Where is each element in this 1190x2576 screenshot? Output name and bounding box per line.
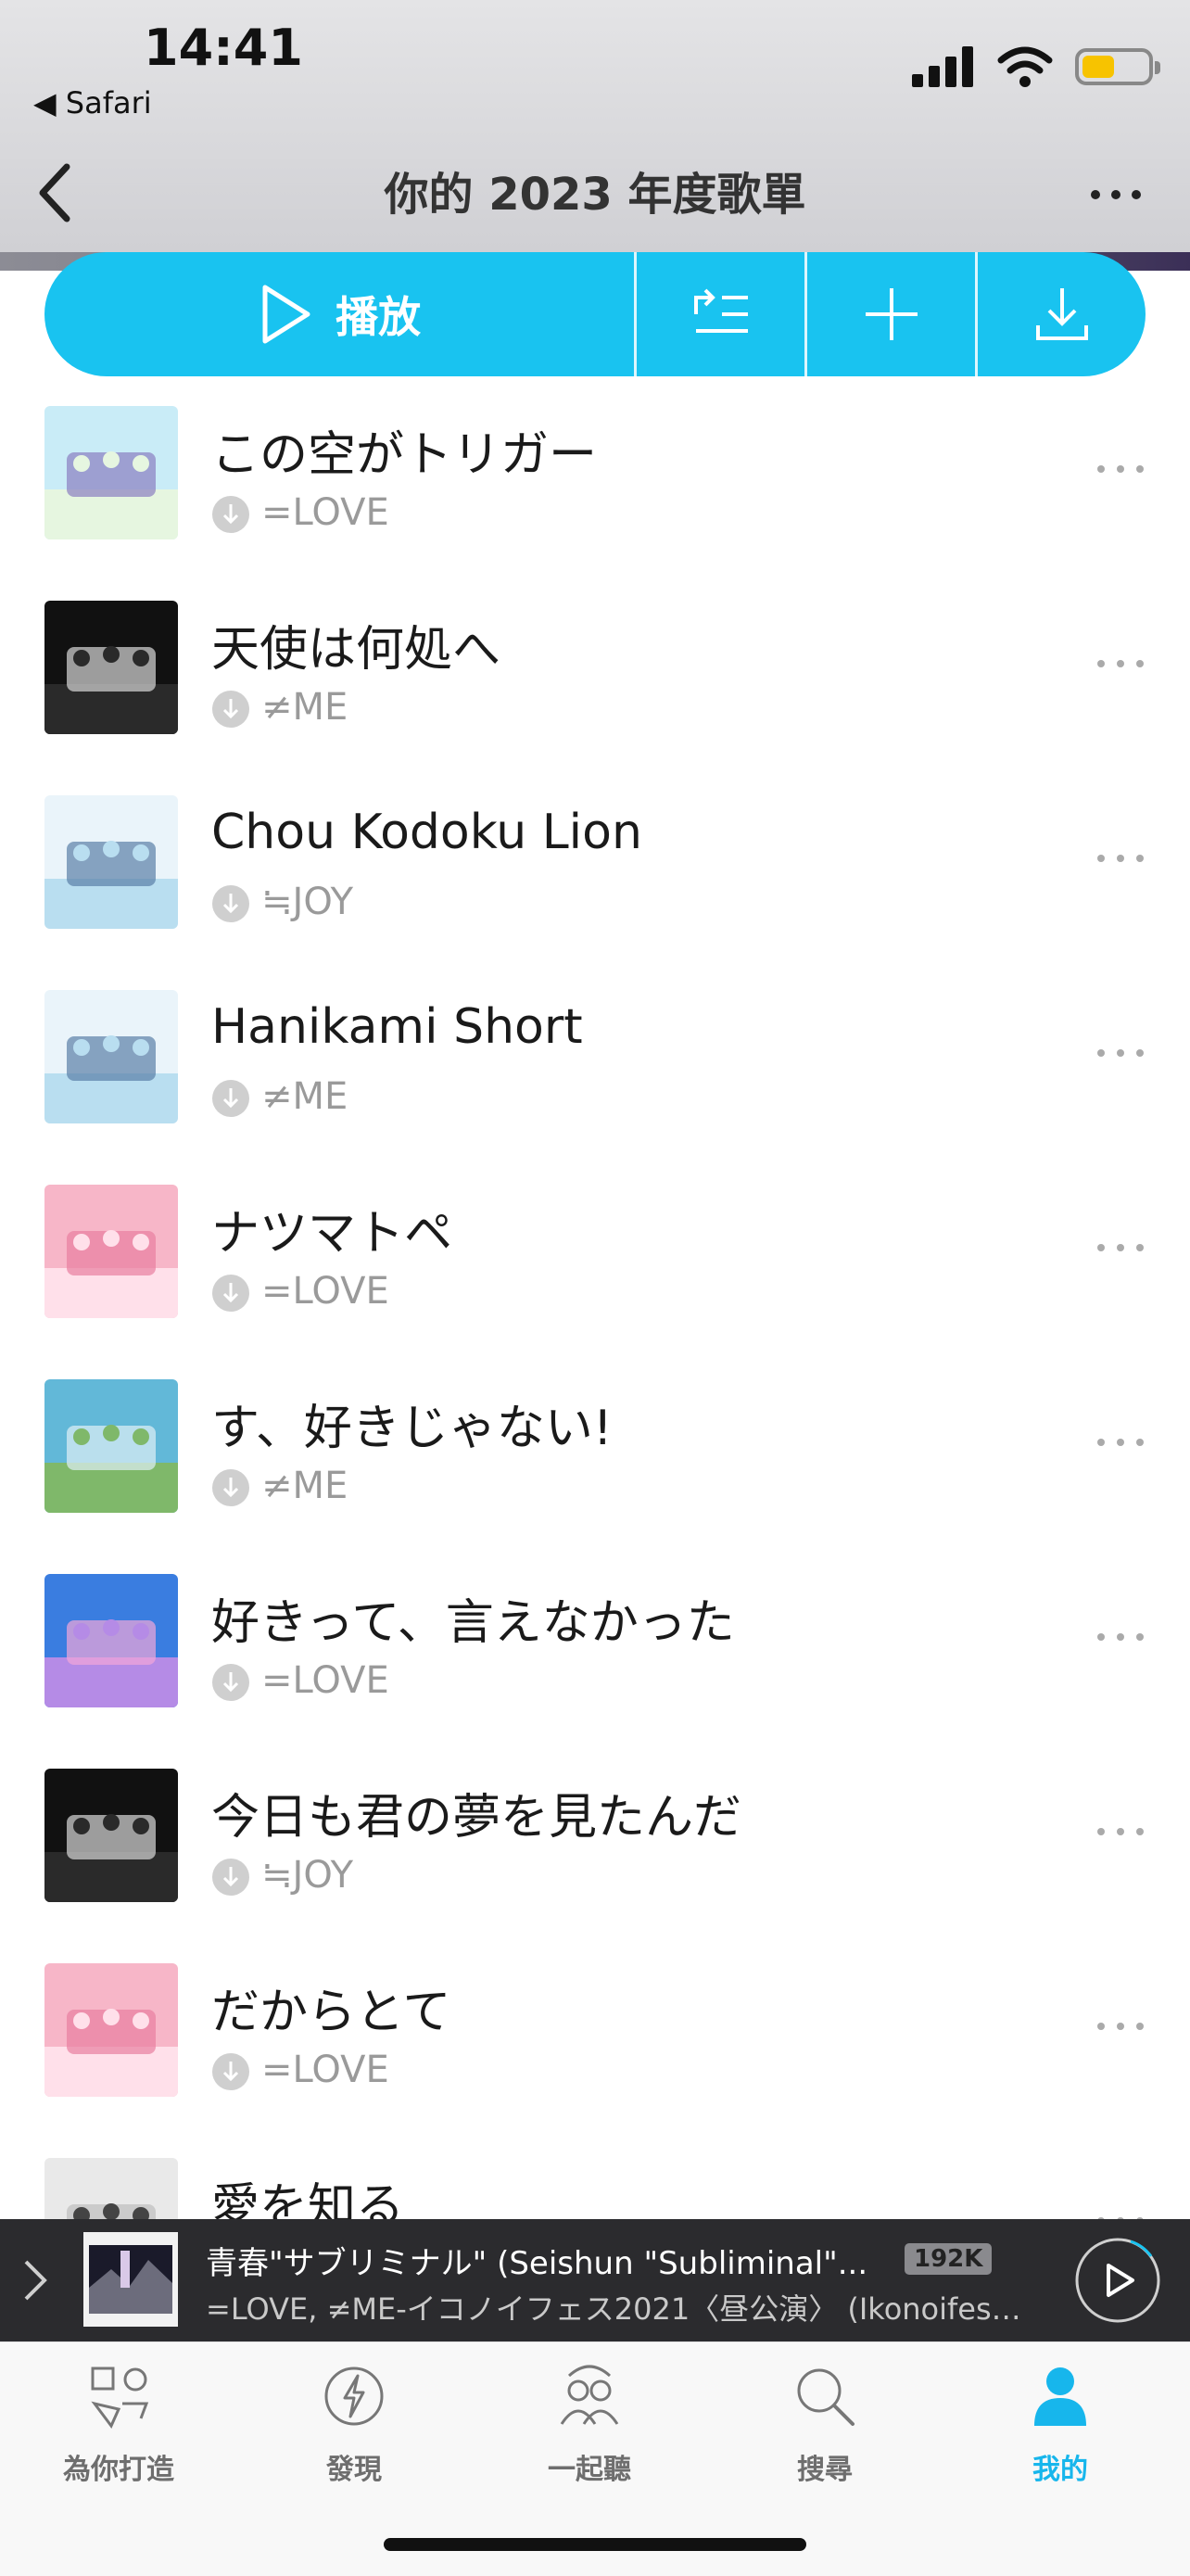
tab-label: 發現	[326, 2454, 382, 2486]
search-icon	[797, 2368, 855, 2426]
status-indicators	[912, 41, 1160, 93]
quality-badge: 192K	[905, 2243, 993, 2275]
song-title: Chou Kodoku Lion	[211, 805, 642, 860]
play-button-label: 播放	[335, 292, 422, 342]
song-title: 天使は何処へ	[211, 622, 501, 678]
mini-player[interactable]: 青春"サブリミナル" (Seishun "Subliminal"... 192K…	[0, 2219, 1190, 2341]
row-more-icon[interactable]	[1088, 450, 1153, 488]
expand-chevron-icon[interactable]	[17, 2254, 54, 2306]
row-more-icon[interactable]	[1088, 2008, 1153, 2045]
download-button[interactable]	[975, 252, 1146, 376]
album-artwork	[44, 601, 178, 734]
play-button[interactable]: 播放	[44, 252, 634, 376]
row-more-icon[interactable]	[1088, 840, 1153, 877]
song-artist: ≠ME	[261, 686, 348, 729]
tab-listen-together[interactable]: 一起聽	[506, 2363, 673, 2493]
tab-label: 為你打造	[63, 2454, 174, 2486]
song-row[interactable]: 天使は何処へ ≠ME	[0, 584, 1190, 779]
page-title: 你的 2023 年度歌單	[384, 169, 806, 221]
add-to-queue-button[interactable]	[634, 252, 804, 376]
song-row[interactable]: 好きって、言えなかった =LOVE	[0, 1557, 1190, 1752]
downloaded-icon	[212, 1469, 249, 1506]
download-icon	[1035, 288, 1088, 340]
home-indicator	[384, 2538, 806, 2551]
now-playing-artwork	[83, 2232, 178, 2327]
tab-for-you[interactable]: 為你打造	[35, 2363, 202, 2493]
song-artist: =LOVE	[261, 1270, 389, 1313]
song-artist: =LOVE	[261, 491, 389, 534]
song-row[interactable]: だからとて =LOVE	[0, 1947, 1190, 2141]
profile-icon	[1034, 2367, 1086, 2426]
song-artist: ≠ME	[261, 1075, 348, 1118]
queue-icon	[693, 288, 748, 333]
downloaded-icon	[212, 1664, 249, 1701]
cellular-signal-icon	[912, 46, 973, 87]
song-title: この空がトリガー	[211, 427, 598, 483]
album-artwork	[44, 1769, 178, 1902]
song-artist: =LOVE	[261, 2049, 389, 2091]
song-title: だからとて	[211, 1985, 451, 2040]
song-row[interactable]: Chou Kodoku Lion ≒JOY	[0, 779, 1190, 973]
downloaded-icon	[212, 496, 249, 533]
downloaded-icon	[212, 885, 249, 922]
row-more-icon[interactable]	[1088, 1424, 1153, 1461]
row-more-icon[interactable]	[1088, 1229, 1153, 1266]
back-to-safari-link[interactable]: ◀ Safari	[33, 85, 152, 121]
compass-icon	[324, 2367, 384, 2426]
album-artwork	[44, 1379, 178, 1513]
downloaded-icon	[212, 1080, 249, 1117]
song-row[interactable]: この空がトリガー =LOVE	[0, 389, 1190, 584]
plus-icon	[865, 288, 918, 340]
song-artist: ≒JOY	[261, 881, 354, 923]
album-artwork	[44, 1963, 178, 2097]
album-artwork	[44, 795, 178, 929]
tab-search[interactable]: 搜尋	[741, 2363, 908, 2493]
song-title: 好きって、言えなかった	[211, 1595, 735, 1651]
tab-label: 我的	[1032, 2454, 1088, 2486]
song-title: ナツマトペ	[211, 1206, 453, 1262]
song-row[interactable]: 今日も君の夢を見たんだ ≒JOY	[0, 1752, 1190, 1947]
row-more-icon[interactable]	[1088, 1813, 1153, 1850]
album-artwork	[44, 1574, 178, 1707]
header-bar: 14:41 ◀ Safari 你的 2023 年度歌單	[0, 0, 1190, 252]
play-icon	[262, 285, 310, 344]
song-row[interactable]: ナツマトペ =LOVE	[0, 1168, 1190, 1363]
album-artwork	[44, 1185, 178, 1318]
downloaded-icon	[212, 1859, 249, 1896]
song-title: Hanikami Short	[211, 999, 583, 1055]
downloaded-icon	[212, 691, 249, 728]
status-time: 14:41	[144, 19, 303, 77]
tab-label: 搜尋	[797, 2454, 853, 2486]
row-more-icon[interactable]	[1088, 645, 1153, 682]
more-options-icon[interactable]	[1079, 167, 1153, 222]
for-you-icon	[91, 2367, 149, 2429]
song-artist: ≠ME	[261, 1465, 348, 1507]
now-playing-subtitle: =LOVE, ≠ME-イコノイフェス2021〈昼公演〉 (Ikonoifes 2…	[206, 2291, 1021, 2327]
play-pause-icon[interactable]	[1073, 2236, 1162, 2325]
playlist-action-bar: 播放	[44, 252, 1146, 376]
add-button[interactable]	[804, 252, 975, 376]
song-row[interactable]: す、好きじゃない! ≠ME	[0, 1363, 1190, 1557]
song-artist: =LOVE	[261, 1659, 389, 1702]
listen-together-icon	[560, 2365, 619, 2425]
now-playing-title: 青春"サブリミナル" (Seishun "Subliminal"...	[206, 2245, 868, 2282]
song-title: す、好きじゃない!	[211, 1401, 613, 1456]
album-artwork	[44, 990, 178, 1123]
song-artist: ≒JOY	[261, 1854, 354, 1897]
tab-discover[interactable]: 發現	[271, 2363, 437, 2493]
album-artwork	[44, 406, 178, 539]
wifi-icon	[997, 46, 1053, 87]
downloaded-icon	[212, 1275, 249, 1312]
downloaded-icon	[212, 2053, 249, 2090]
tab-mine[interactable]: 我的	[977, 2363, 1144, 2493]
tab-label: 一起聽	[548, 2454, 631, 2486]
song-title: 今日も君の夢を見たんだ	[211, 1790, 742, 1846]
battery-icon	[1075, 48, 1160, 85]
row-more-icon[interactable]	[1088, 1618, 1153, 1656]
row-more-icon[interactable]	[1088, 1034, 1153, 1072]
song-row[interactable]: Hanikami Short ≠ME	[0, 973, 1190, 1168]
